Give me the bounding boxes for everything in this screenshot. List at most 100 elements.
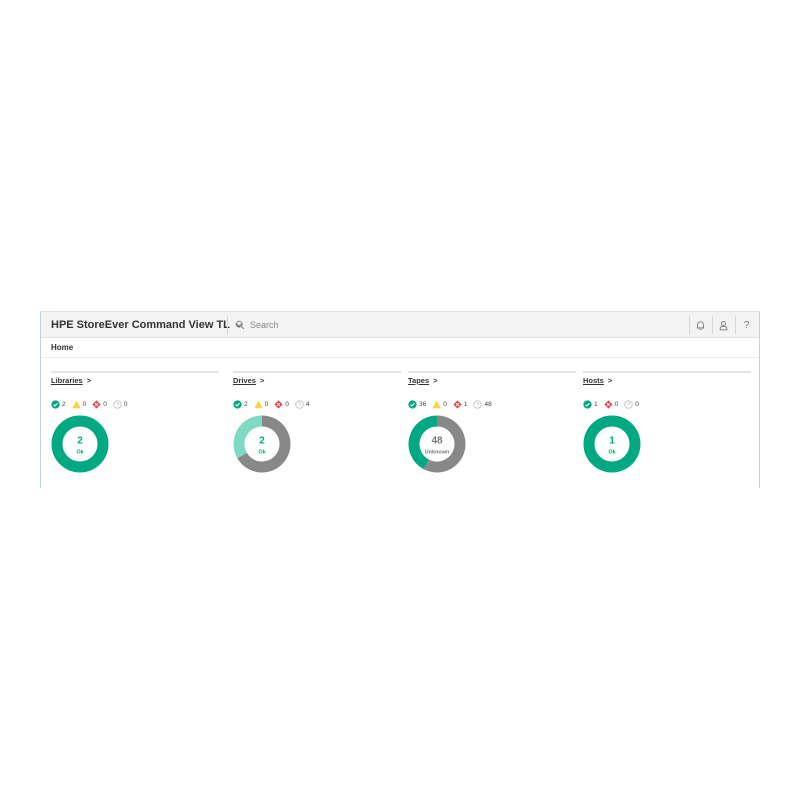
breadcrumb: Home <box>51 343 73 352</box>
card-divider <box>583 371 751 373</box>
critical-count: 0 <box>103 400 107 408</box>
ok-count: 2 <box>62 400 66 408</box>
libraries-card: Libraries > 2 0 0 ? 0 2 Ok <box>51 371 219 481</box>
status-ok[interactable]: 36 <box>408 399 427 409</box>
search-box[interactable] <box>235 315 675 335</box>
app-window: HPE StoreEver Command View TL Search ? H… <box>40 311 760 488</box>
donut-center-label: Ok <box>258 450 266 456</box>
tapes-link[interactable]: Tapes > <box>408 376 438 385</box>
status-summary: 2 0 0 ? 0 <box>51 399 134 409</box>
unknown-count: 4 <box>305 400 310 408</box>
ok-count: 36 <box>419 400 427 408</box>
breadcrumb-home[interactable]: Home <box>51 343 73 352</box>
ok-icon <box>408 399 417 409</box>
critical-count: 0 <box>285 400 289 408</box>
unknown-icon: ? <box>624 399 633 409</box>
svg-text:?: ? <box>627 402 630 408</box>
card-title: Drives <box>233 376 256 385</box>
status-summary: 1 0 ? 0 <box>583 399 645 409</box>
warning-count: 0 <box>443 400 447 408</box>
ok-icon <box>583 399 592 409</box>
critical-count: 1 <box>463 400 468 408</box>
status-ok[interactable]: 2 <box>233 399 248 409</box>
donut-center-label: Ok <box>76 450 84 456</box>
warning-icon <box>432 400 441 408</box>
status-unknown[interactable]: ? 0 <box>624 399 639 409</box>
status-critical[interactable]: 0 <box>274 399 289 409</box>
hosts-donut-chart[interactable]: 1 Ok <box>583 415 641 473</box>
unknown-icon: ? <box>113 399 122 409</box>
svg-text:?: ? <box>476 402 479 408</box>
chevron-right-icon: > <box>433 376 438 385</box>
card-divider <box>408 371 576 373</box>
donut-center-value: 48 <box>431 436 443 447</box>
user-button[interactable] <box>712 312 735 338</box>
critical-icon <box>453 399 462 409</box>
card-divider <box>233 371 401 373</box>
status-critical[interactable]: 1 <box>453 399 468 409</box>
critical-count: 0 <box>614 400 619 408</box>
ok-icon <box>51 399 60 409</box>
donut-center-value: 1 <box>609 436 615 447</box>
hosts-card: Hosts > 1 0 ? 0 1 Ok <box>583 371 751 481</box>
libraries-link[interactable]: Libraries > <box>51 376 91 385</box>
ok-count: 1 <box>594 400 598 408</box>
status-critical[interactable]: 0 <box>92 399 107 409</box>
notifications-button[interactable] <box>689 312 712 338</box>
search-icon <box>235 320 245 330</box>
user-icon <box>719 320 728 330</box>
card-title: Libraries <box>51 376 83 385</box>
donut-center-value: 2 <box>259 436 265 447</box>
help-icon: ? <box>743 319 750 331</box>
svg-text:?: ? <box>298 402 301 408</box>
chevron-right-icon: > <box>607 376 613 385</box>
status-warning[interactable]: 0 <box>253 400 269 409</box>
critical-icon <box>603 399 613 409</box>
status-warning[interactable]: 0 <box>71 400 87 409</box>
ok-icon <box>233 399 242 409</box>
card-divider <box>51 371 219 373</box>
unknown-count: 0 <box>635 400 639 408</box>
libraries-donut-chart[interactable]: 2 Ok <box>51 415 109 473</box>
status-summary: 2 0 0 ? 4 <box>233 399 316 409</box>
hosts-link[interactable]: Hosts > <box>583 376 612 385</box>
drives-card: Drives > 2 0 0 ? 4 2 Ok <box>233 371 401 481</box>
status-warning[interactable]: 0 <box>432 400 447 409</box>
warning-icon <box>253 400 263 408</box>
top-bar: HPE StoreEver Command View TL Search ? <box>41 312 759 338</box>
chevron-right-icon: > <box>86 376 92 385</box>
status-unknown[interactable]: ? 48 <box>473 399 492 409</box>
donut-center-value: 2 <box>77 436 83 447</box>
status-ok[interactable]: 1 <box>583 399 598 409</box>
unknown-icon: ? <box>295 399 304 409</box>
donut-center-label: Unknown <box>425 450 450 456</box>
warning-icon <box>71 400 81 408</box>
status-critical[interactable]: 0 <box>603 399 619 409</box>
donut-segment-critical[interactable] <box>423 459 431 471</box>
status-unknown[interactable]: ? 4 <box>295 399 310 409</box>
search-input[interactable] <box>250 316 650 334</box>
warning-count: 0 <box>264 400 269 408</box>
critical-icon <box>92 399 101 409</box>
app-title-dropdown[interactable]: HPE StoreEver Command View TL <box>51 312 244 338</box>
critical-icon <box>274 399 283 409</box>
svg-text:?: ? <box>116 402 119 408</box>
card-title: Hosts <box>583 376 604 385</box>
chevron-right-icon: > <box>259 376 265 385</box>
status-ok[interactable]: 2 <box>51 399 66 409</box>
drives-donut-chart[interactable]: 2 Ok <box>233 415 291 473</box>
tapes-card: Tapes > 36 0 1 ? 48 48 Unknown <box>408 371 576 481</box>
breadcrumb-divider <box>41 357 759 358</box>
unknown-count: 0 <box>123 400 128 408</box>
status-unknown[interactable]: ? 0 <box>113 399 128 409</box>
warning-count: 0 <box>82 400 87 408</box>
tapes-donut-chart[interactable]: 48 Unknown <box>408 415 466 473</box>
unknown-count: 48 <box>484 400 492 408</box>
ok-count: 2 <box>244 400 248 408</box>
donut-center-label: Ok <box>608 450 616 456</box>
drives-link[interactable]: Drives > <box>233 376 264 385</box>
bell-icon <box>696 320 705 330</box>
status-summary: 36 0 1 ? 48 <box>408 399 498 409</box>
title-divider <box>227 316 228 334</box>
help-button[interactable]: ? <box>735 312 758 338</box>
